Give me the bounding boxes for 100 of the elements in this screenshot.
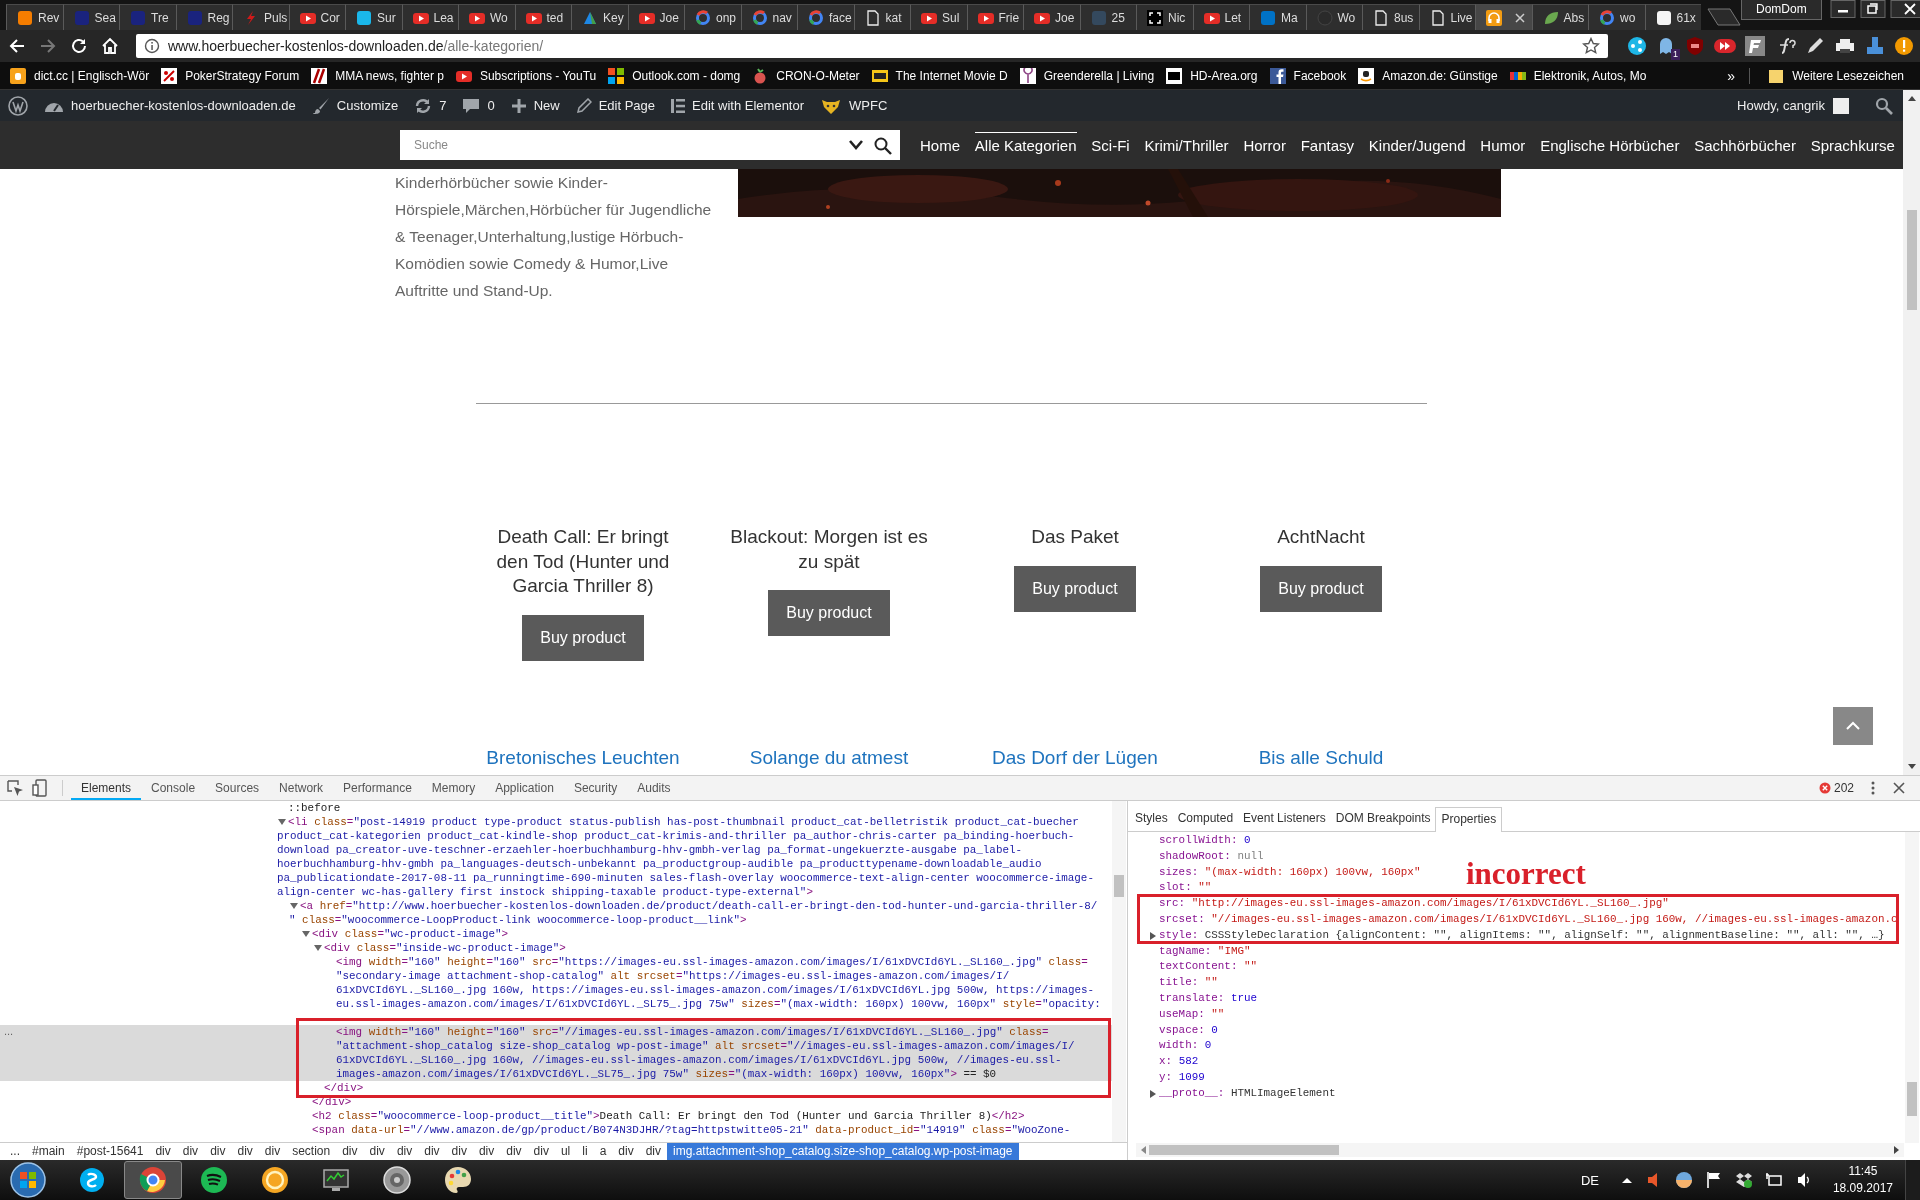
breadcrumb[interactable]: div [231,1143,259,1160]
nav-link[interactable]: Alle Kategorien [974,132,1077,158]
browser-tab[interactable]: onp [684,4,741,30]
tile-icon[interactable] [1745,36,1765,56]
scrollbar[interactable] [1136,1143,1904,1157]
nav-link[interactable]: Humor [1480,132,1526,158]
breadcrumb[interactable]: section [286,1143,337,1160]
taskbar-button[interactable] [124,1161,182,1199]
reload-icon[interactable] [70,37,88,55]
browser-tab[interactable]: Joe [1023,4,1080,30]
buy-button[interactable]: Buy product [1260,565,1382,612]
scroll-top-button[interactable] [1833,707,1873,745]
devtools-tab[interactable]: Elements [71,776,142,800]
product-link[interactable]: Das Dorf der Lügen [992,746,1158,769]
bookmark[interactable]: Outlook.com - domg [608,67,741,84]
new-tab-button[interactable] [1707,8,1741,26]
product-link[interactable]: Solange du atmest [749,746,909,769]
device-icon[interactable] [32,779,48,797]
cache-link[interactable]: WPFC [820,96,888,115]
browser-tab[interactable]: Tre [119,4,176,30]
chevron-up-icon[interactable] [1620,1176,1633,1184]
breadcrumb[interactable]: ... [4,1143,26,1160]
devtools-tab[interactable]: Performance [333,776,422,800]
nav-link[interactable]: Sci-Fi [1091,132,1130,158]
search-field[interactable]: Suche [400,130,900,160]
forward-icon[interactable] [39,37,57,55]
home-icon[interactable] [101,37,119,55]
breadcrumb[interactable]: div [472,1143,501,1160]
browser-tab[interactable]: Joe [627,4,684,30]
bookmark[interactable]: The Internet Movie D [871,67,1008,84]
bookmark[interactable]: Amazon.de: Günstige [1358,67,1498,84]
ellipsis-button[interactable]: ... [4,1025,14,1037]
breadcrumb[interactable]: div [639,1143,667,1160]
share-icon[interactable] [1627,36,1647,56]
browser-tab[interactable]: Abs [1531,4,1588,30]
devtools-tab[interactable]: Security [563,776,628,800]
browser-tab[interactable]: Lea [401,4,458,30]
browser-tab[interactable]: Puls [232,4,289,30]
sidebar-tab[interactable]: Properties [1435,807,1503,832]
bookmark[interactable]: Subscriptions - YouTu [455,67,597,84]
breadcrumb[interactable]: div [445,1143,473,1160]
browser-tab[interactable]: face [797,4,854,30]
browser-tab[interactable]: Frie [966,4,1023,30]
browser-tab[interactable]: Rev [6,4,63,30]
printer-icon[interactable] [1834,36,1856,56]
browser-tab[interactable]: ted [514,4,571,30]
elementor-link[interactable]: Edit with Elementor [671,97,805,114]
product-link[interactable]: Bretonisches Leuchten [486,746,680,769]
nav-link[interactable]: Krimi/Thriller [1144,132,1229,158]
breadcrumb[interactable]: div [363,1143,391,1160]
nav-link[interactable]: Fantasy [1300,132,1355,158]
browser-tab[interactable] [1475,4,1532,30]
devtools-tab[interactable]: Memory [421,776,486,800]
browser-tab[interactable]: 61x [1644,4,1701,30]
new-link[interactable]: New [510,97,560,114]
maximize-icon[interactable] [1859,0,1886,18]
clock-date[interactable]: 18.09.2017 [1832,1180,1893,1197]
browser-tab[interactable]: nav [740,4,797,30]
box-icon[interactable] [1734,1171,1753,1189]
browser-tab[interactable]: Sul [910,4,967,30]
browser-tab[interactable]: Cor [288,4,345,30]
bookmark[interactable]: CRON-O-Meter [752,67,860,84]
breadcrumb[interactable]: div [527,1143,555,1160]
star-icon[interactable] [1582,37,1600,55]
disclosure-icon[interactable] [277,817,288,827]
wordpress-icon[interactable] [8,95,28,116]
clock-time[interactable]: 11:45 [1848,1163,1878,1180]
bookmark[interactable]: PokerStrategy Forum [161,67,300,84]
browser-tab[interactable]: Key [571,4,628,30]
breadcrumb[interactable]: div [204,1143,232,1160]
address-field[interactable]: www.hoerbuecher-kostenlos-downloaden.de/alle-kategorien/ [136,34,1608,58]
devtools-tab[interactable]: Network [269,776,334,800]
breadcrumb[interactable]: #post-15641 [70,1143,150,1160]
close-icon[interactable] [1889,0,1920,18]
browser-tab[interactable]: Live [1418,4,1475,30]
browser-tab[interactable]: kat [853,4,910,30]
scrollbar-thumb[interactable] [1149,1145,1339,1155]
bookmark[interactable]: Elektronik, Autos, Mo [1509,67,1647,84]
edit-page-link[interactable]: Edit Page [575,97,656,114]
alert-icon[interactable] [1894,36,1914,56]
browser-tab[interactable]: Sur [345,4,402,30]
updates-link[interactable]: 7 [414,96,447,115]
bookmark[interactable]: dict.cc | Englisch-Wör [10,67,150,84]
site-link[interactable]: hoerbuecher-kostenlos-downloaden.de [44,97,296,114]
disclosure-icon[interactable] [301,929,312,939]
account-menu[interactable]: Howdy, cangrik [1737,98,1825,113]
breadcrumb[interactable]: div [612,1143,640,1160]
breadcrumb[interactable]: div [176,1143,205,1160]
minimize-icon[interactable] [1829,0,1856,18]
shield-icon[interactable] [1685,36,1705,56]
blocks-icon[interactable] [1865,36,1885,56]
sidebar-tab[interactable]: Event Listeners [1238,807,1331,831]
breadcrumb[interactable]: a [593,1143,613,1160]
flag-icon[interactable] [1704,1171,1723,1189]
buy-button[interactable]: Buy product [768,590,890,636]
nav-link[interactable]: Kinder/Jugend [1368,132,1466,158]
browser-tab[interactable]: wo [1588,4,1645,30]
avatar[interactable] [1833,97,1849,114]
scrollbar[interactable] [1903,90,1920,775]
search-icon[interactable] [874,137,892,155]
